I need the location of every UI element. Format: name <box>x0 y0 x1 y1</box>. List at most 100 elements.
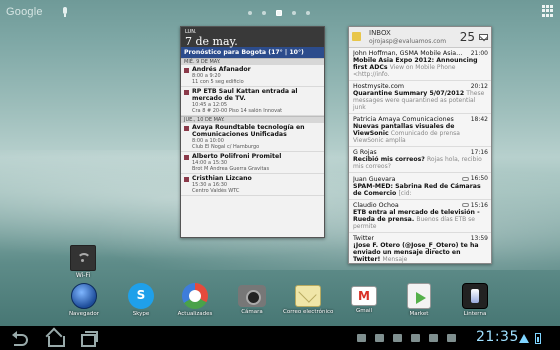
calendar-event[interactable]: Andrés Afanador 8:00 a 9:20 11 con 5 seg… <box>181 65 324 87</box>
message-time-wrap: 18:42 <box>471 116 488 123</box>
back-icon[interactable] <box>12 330 32 346</box>
page-dot <box>262 11 266 15</box>
compose-icon[interactable] <box>479 34 488 40</box>
message-time-wrap: 16:50 <box>461 175 488 182</box>
message-time: 13:59 <box>470 235 488 242</box>
message-sender: Twitter <box>353 235 375 242</box>
event-title: RP ETB Saul Kattan entrada al mercado de… <box>192 88 298 102</box>
event-title: Cristhian Lizcano <box>192 175 252 182</box>
message-subject-line: Mobile Asia Expo 2012: Announcing first … <box>353 57 488 78</box>
notification-icon <box>429 334 438 342</box>
app-dock: Navegador Skype Actualizades Cámara Corr… <box>0 283 560 323</box>
notification-icon <box>375 334 384 342</box>
message-snippet: Mensaje <box>382 256 408 263</box>
calendar-forecast: Pronóstico para Bogota (17° | 10°) <box>181 47 324 58</box>
page-dot <box>248 11 252 15</box>
google-label[interactable]: Google <box>6 6 43 18</box>
page-dot-active <box>276 10 282 16</box>
wifi-signal-icon <box>519 334 529 343</box>
message-subject-line: ¡Jose F. Otero (@Jose_F_Otero) te ha env… <box>353 242 488 263</box>
message-sender: Juan Guevara <box>353 175 396 183</box>
email-message-row[interactable]: Juan Guevara 16:50 SPAM-MED: Sabrina Red d… <box>349 173 491 200</box>
calendar-event[interactable]: RP ETB Saul Kattan entrada al mercado de… <box>181 87 324 116</box>
flashlight-icon <box>462 283 488 309</box>
message-subject: Recibió mis correos? <box>353 156 425 163</box>
app-label: Gmail <box>355 308 373 314</box>
email-message-row[interactable]: Claudio Ochoa 15:16 ETB entra al mercado d… <box>349 200 491 233</box>
calendar-event[interactable]: Cristhian Lizcano 15:30 a 16:30 Centro V… <box>181 174 324 196</box>
message-time: 15:16 <box>470 201 488 209</box>
inbox-title: INBOX <box>369 29 391 37</box>
event-color-swatch <box>184 90 189 95</box>
message-subject-line: Recibió mis correos? Rojas hola, recibio… <box>353 156 488 170</box>
message-time-wrap: 15:16 <box>461 201 488 209</box>
email-inbox-widget[interactable]: INBOX ojrojasp@evaluamos.com 25 John Hof… <box>348 26 492 264</box>
message-subject: Quarantine Summary 5/07/2012 <box>353 90 465 97</box>
recent-apps-icon[interactable] <box>80 330 100 347</box>
app-browser[interactable]: Navegador <box>59 283 109 317</box>
message-time-wrap: 17:16 <box>471 149 488 156</box>
page-indicator <box>248 10 310 16</box>
message-time-wrap: 21:00 <box>471 50 488 57</box>
notification-icon <box>357 334 366 342</box>
system-bar: 21:35 <box>0 326 560 350</box>
wifi-toggle-widget[interactable] <box>70 245 96 271</box>
message-list[interactable]: John Hoffman, GSMA Mobile Asia Ex... 21:0… <box>349 48 491 263</box>
message-subject-line: ETB entra al mercado de televisión - Rue… <box>353 209 488 230</box>
apps-grid-icon[interactable] <box>542 5 554 17</box>
message-subject-line: Nuevas pantallas visuales de ViewSonic C… <box>353 123 488 144</box>
home-icon[interactable] <box>45 330 65 347</box>
app-market[interactable]: Market <box>394 283 444 317</box>
email-message-row[interactable]: Hostmysite.com 20:12 Quarantine Summary 5/… <box>349 81 491 114</box>
app-label: Market <box>409 311 429 317</box>
event-title: Andrés Afanador <box>192 66 251 73</box>
calendar-header[interactable]: LUN. 7 de may. <box>181 27 324 47</box>
inbox-header[interactable]: INBOX ojrojasp@evaluamos.com 25 <box>349 27 491 48</box>
email-message-row[interactable]: John Hoffman, GSMA Mobile Asia Ex... 21:0… <box>349 48 491 81</box>
calendar-day-section: MIÉ. 9 DE MAY. <box>181 58 324 65</box>
app-skype[interactable]: Skype <box>116 283 166 317</box>
event-location: Club El Nogal c/ Hamburgo <box>192 144 260 150</box>
message-sender: Hostmysite.com <box>353 83 405 90</box>
gmail-icon <box>351 286 377 306</box>
event-color-swatch <box>184 155 189 160</box>
app-updates[interactable]: Actualizades <box>170 283 220 317</box>
inbox-account: ojrojasp@evaluamos.com <box>369 38 447 45</box>
app-gmail[interactable]: Gmail <box>339 283 389 314</box>
app-flashlight[interactable]: Linterna <box>450 283 500 317</box>
calendar-event[interactable]: Avaya Roundtable tecnología en Comunicac… <box>181 123 324 152</box>
app-email[interactable]: Correo electrónico <box>283 283 333 315</box>
message-time-wrap: 20:12 <box>471 83 488 90</box>
email-message-row[interactable]: Patricia Amaya Comunicaciones 18:42 Nuevas… <box>349 114 491 147</box>
calendar-event[interactable]: Alberto Polifroni Promitel 14:00 a 15:30… <box>181 152 324 174</box>
email-message-row[interactable]: Twitter 13:59 ¡Jose F. Otero (@Jose_F_Oter… <box>349 233 491 263</box>
message-subject: SPAM-MED: Sabrina Red de Cámaras de Come… <box>353 182 481 197</box>
email-icon <box>295 285 321 307</box>
status-clock[interactable]: 21:35 <box>476 329 519 345</box>
notification-icon <box>393 334 402 342</box>
event-title: Avaya Roundtable tecnología en Comunicac… <box>192 124 305 138</box>
message-time-wrap: 13:59 <box>471 235 488 242</box>
message-sender: Claudio Ochoa <box>353 202 399 209</box>
google-search-bar[interactable]: Google <box>6 4 76 20</box>
message-subject-line: SPAM-MED: Sabrina Red de Cámaras de Come… <box>353 183 488 197</box>
notification-icon <box>411 334 420 342</box>
message-time: 17:16 <box>470 149 488 156</box>
app-label: Linterna <box>463 311 487 317</box>
microphone-icon[interactable] <box>62 7 68 17</box>
calendar-date: 7 de may. <box>185 35 238 48</box>
event-location: Cra 8 # 20-00 Piso 14 salón Innovat <box>192 108 283 114</box>
app-camera[interactable]: Cámara <box>227 283 277 315</box>
notification-icons[interactable] <box>357 334 456 342</box>
message-subject: ¡Jose F. Otero (@Jose_F_Otero) te ha env… <box>353 242 479 263</box>
event-color-swatch <box>184 68 189 73</box>
browser-icon <box>71 283 97 309</box>
calendar-widget[interactable]: LUN. 7 de may. Pronóstico para Bogota (1… <box>180 26 325 238</box>
updates-icon <box>182 283 208 309</box>
message-time: 18:42 <box>470 116 488 123</box>
attachment-icon <box>461 176 469 181</box>
email-message-row[interactable]: G Rojas 17:16 Recibió mis correos? Rojas h… <box>349 147 491 173</box>
message-subject-line: Quarantine Summary 5/07/2012 These messa… <box>353 90 488 111</box>
message-sender: John Hoffman, GSMA Mobile Asia Ex... <box>353 50 463 57</box>
message-sender: G Rojas <box>353 149 377 156</box>
